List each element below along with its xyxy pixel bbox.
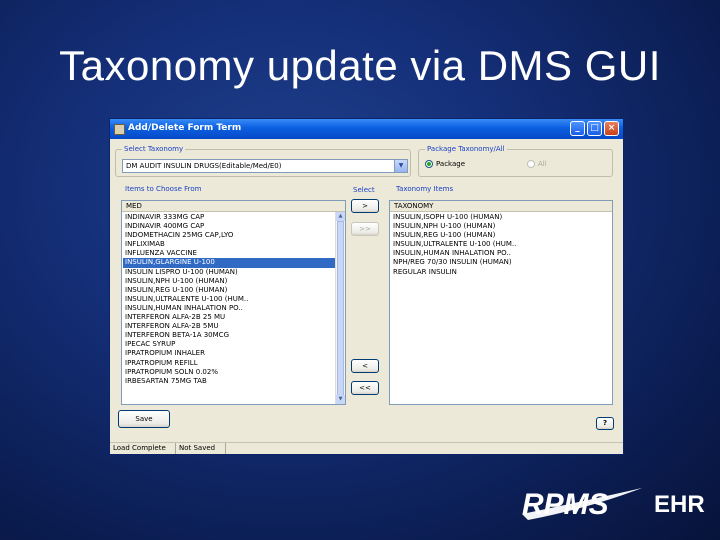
list-item[interactable]: INSULIN,REG U-100 (HUMAN) [123, 286, 335, 295]
list-item[interactable]: INDOMETHACIN 25MG CAP,LYO [123, 231, 335, 240]
radio-all-label: All [538, 160, 547, 168]
taxonomy-select-value: DM AUDIT INSULIN DRUGS(Editable/Med/E0) [126, 162, 282, 170]
items-to-choose-label: Items to Choose From [123, 185, 204, 193]
window-titlebar[interactable]: Add/Delete Form Term _ □ × [110, 119, 623, 139]
select-taxonomy-label: Select Taxonomy [122, 145, 186, 153]
list-item[interactable]: INSULIN,NPH U-100 (HUMAN) [123, 277, 335, 286]
items-to-choose-group: Items to Choose From MED INDINAVIR 333MG… [115, 185, 346, 407]
logo-text: RPMS [522, 488, 609, 521]
radio-all[interactable]: All [527, 160, 547, 168]
slide-title: Taxonomy update via DMS GUI [59, 42, 661, 89]
list-item[interactable]: INSULIN,HUMAN INHALATION PO.. [391, 249, 611, 258]
scroll-up-arrow-icon[interactable]: ▲ [336, 212, 345, 221]
list-item[interactable]: INSULIN,NPH U-100 (HUMAN) [391, 222, 611, 231]
taxonomy-items-rows: INSULIN,ISOPH U-100 (HUMAN) INSULIN,NPH U… [391, 213, 611, 277]
items-to-choose-rows: INDINAVIR 333MG CAP INDINAVIR 400MG CAP IN… [123, 213, 335, 386]
radio-package[interactable]: Package [425, 160, 465, 168]
list-item[interactable]: INTERFERON BETA-1A 30MCG [123, 331, 335, 340]
list-item[interactable]: INSULIN,GLARGINE U-100 [123, 258, 335, 268]
list-item[interactable]: INDINAVIR 400MG CAP [123, 222, 335, 231]
list-item[interactable]: INTERFERON ALFA-2B 5MU [123, 322, 335, 331]
package-taxonomy-group: Package Taxonomy/All Package All [418, 145, 613, 177]
save-button[interactable]: Save [118, 410, 170, 428]
list-item[interactable]: IPRATROPIUM INHALER [123, 349, 335, 358]
select-label: Select [353, 186, 375, 194]
list-item[interactable]: INSULIN,REG U-100 (HUMAN) [391, 231, 611, 240]
list-item[interactable]: NPH/REG 70/30 INSULIN (HUMAN) [391, 258, 611, 267]
list-item[interactable]: INDINAVIR 333MG CAP [123, 213, 335, 222]
list-item[interactable]: IPECAC SYRUP [123, 340, 335, 349]
items-scrollbar[interactable]: ▲ ▼ [335, 212, 345, 404]
taxonomy-items-listbox[interactable]: TAXONOMY INSULIN,ISOPH U-100 (HUMAN) INSU… [389, 200, 613, 405]
add-all-button[interactable]: >> [351, 222, 379, 236]
taxonomy-select[interactable]: DM AUDIT INSULIN DRUGS(Editable/Med/E0) … [122, 159, 408, 173]
taxonomy-column-header[interactable]: TAXONOMY [390, 201, 612, 212]
minimize-button[interactable]: _ [570, 121, 585, 136]
items-to-choose-listbox[interactable]: MED INDINAVIR 333MG CAP INDINAVIR 400MG C… [121, 200, 346, 405]
dialog-window: Add/Delete Form Term _ □ × Select Taxono… [109, 118, 624, 455]
list-item[interactable]: REGULAR INSULIN [391, 268, 611, 277]
list-item[interactable]: INSULIN,ULTRALENTE U-100 (HUM.. [391, 240, 611, 249]
rpms-ehr-logo: RPMS EHR [520, 484, 710, 524]
select-taxonomy-group: Select Taxonomy DM AUDIT INSULIN DRUGS(E… [115, 145, 411, 177]
maximize-button[interactable]: □ [587, 121, 602, 136]
list-item[interactable]: INSULIN,ISOPH U-100 (HUMAN) [391, 213, 611, 222]
chevron-down-icon[interactable]: ▼ [394, 160, 407, 172]
status-save: Not Saved [176, 443, 226, 454]
list-item[interactable]: IPRATROPIUM SOLN 0.02% [123, 368, 335, 377]
window-icon [114, 124, 125, 135]
list-item[interactable]: INSULIN,HUMAN INHALATION PO.. [123, 304, 335, 313]
list-item[interactable]: INTERFERON ALFA-2B 25 MU [123, 313, 335, 322]
list-item[interactable]: INSULIN LISPRO U-100 (HUMAN) [123, 268, 335, 277]
taxonomy-items-label: Taxonomy Items [394, 185, 456, 193]
scroll-down-arrow-icon[interactable]: ▼ [336, 395, 345, 404]
scroll-thumb[interactable] [337, 221, 344, 399]
remove-all-button[interactable]: << [351, 381, 379, 395]
list-item[interactable]: IRBESARTAN 75MG TAB [123, 377, 335, 386]
radio-package-indicator[interactable] [425, 160, 433, 168]
list-item[interactable]: INFLUENZA VACCINE [123, 249, 335, 258]
close-button[interactable]: × [604, 121, 619, 136]
help-button[interactable]: ? [596, 417, 614, 430]
list-item[interactable]: IPRATROPIUM REFILL [123, 359, 335, 368]
logo-suffix: EHR [654, 491, 705, 518]
med-column-header[interactable]: MED [122, 201, 345, 212]
list-item[interactable]: INFLIXIMAB [123, 240, 335, 249]
add-button[interactable]: > [351, 199, 379, 213]
taxonomy-items-group: Taxonomy Items TAXONOMY INSULIN,ISOPH U-… [386, 185, 616, 407]
package-taxonomy-label: Package Taxonomy/All [425, 145, 507, 153]
radio-package-label: Package [436, 160, 466, 168]
status-load: Load Complete [110, 443, 176, 454]
remove-button[interactable]: < [351, 359, 379, 373]
rpms-logo-icon: RPMS EHR [522, 488, 705, 521]
status-bar: Load Complete Not Saved [110, 442, 623, 454]
list-item[interactable]: INSULIN,ULTRALENTE U-100 (HUM.. [123, 295, 335, 304]
window-title: Add/Delete Form Term [128, 123, 242, 133]
radio-all-indicator[interactable] [527, 160, 535, 168]
